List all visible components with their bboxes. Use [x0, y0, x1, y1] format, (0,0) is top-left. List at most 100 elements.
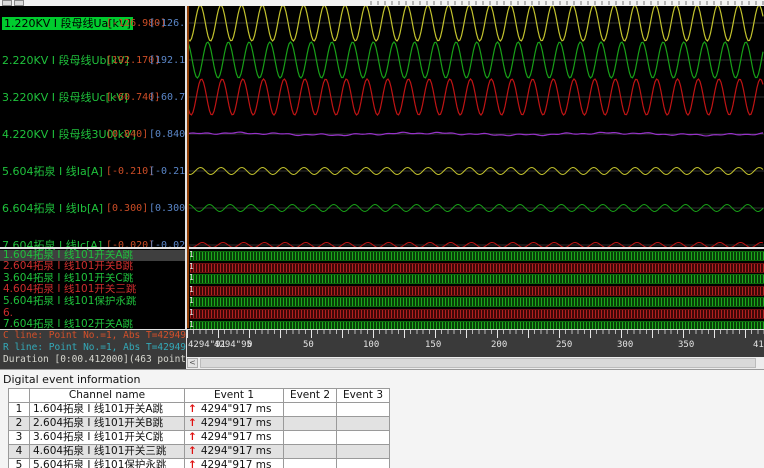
digital-channel-label[interactable]: 5.604拓泉 I 线101保护永跳	[0, 296, 185, 307]
analog-channel-row[interactable]: 3.220KV I 段母线Uc[kV][-60.740][-60.740]	[0, 91, 185, 104]
event2-cell	[283, 416, 337, 431]
digital-channel-label[interactable]: 4.604拓泉 I 线101开关三跳	[0, 284, 185, 295]
scrollbar-left-arrow-icon[interactable]: <	[187, 358, 198, 368]
event1-time: 4294"917 ms	[200, 431, 272, 443]
rising-edge-arrow-icon: ↑	[188, 403, 197, 415]
event-row-number: 4	[8, 444, 30, 459]
digital-channel-label[interactable]: 6.	[0, 308, 185, 319]
event1-cell: ↑ 4294"917 ms	[184, 444, 284, 459]
digital-state-bar[interactable]	[190, 251, 764, 261]
event-row-number: 1	[8, 402, 30, 417]
event-table-header: Channel name Event 1 Event 2 Event 3	[8, 388, 390, 403]
scrollbar-thumb[interactable]	[200, 358, 756, 368]
r-line-status: R line: Point No.=1, Abs T=4294917ms, Re…	[3, 342, 186, 353]
event-table-column-header: Event 2	[283, 388, 337, 403]
time-tick-label: 200	[491, 340, 508, 350]
digital-state-bar[interactable]	[190, 262, 764, 273]
digital-state-bar[interactable]	[190, 274, 764, 285]
event1-time: 4294"917 ms	[200, 417, 272, 429]
event1-cell: ↑ 4294"917 ms	[184, 430, 284, 445]
event1-time: 4294"917 ms	[200, 403, 272, 415]
analog-channel-label[interactable]: 6.604拓泉 I 线Ib[A]	[2, 202, 103, 215]
cursor-value-rel: [-126.980]	[149, 18, 185, 29]
channel-label-panel: 1.220KV I 段母线Ua[kV][-126.980][-126.980] 2…	[0, 6, 185, 330]
cursor-value-rel: [192.170]	[149, 55, 185, 66]
event2-cell	[283, 402, 337, 417]
event2-cell	[283, 430, 337, 445]
cursor-status-box: C line: Point No.=1, Abs T=4294917ms, Re…	[0, 330, 186, 369]
event-table-column-header: Event 1	[184, 388, 284, 403]
event-channel-name: 4.604拓泉 I 线101开关三跳	[29, 444, 185, 459]
event-table-column-header: Channel name	[29, 388, 185, 403]
rising-edge-arrow-icon: ↑	[188, 417, 197, 429]
cursor-value-rel: [0.840]	[149, 129, 185, 140]
rising-edge-arrow-icon: ↑	[188, 431, 197, 443]
time-tick-label: 50	[303, 340, 314, 350]
digital-event-title: Digital event information	[3, 373, 141, 386]
analog-channel-row[interactable]: 2.220KV I 段母线Ub[kV][192.170][192.170]	[0, 54, 185, 67]
analog-channel-row[interactable]: 4.220KV I 段母线3U0[kV][0.840][0.840]	[0, 128, 185, 141]
cursor-value-abs: [0.840]	[106, 129, 149, 140]
analog-channel-row[interactable]: 1.220KV I 段母线Ua[kV][-126.980][-126.980]	[0, 17, 185, 30]
analog-channel-label[interactable]: 5.604拓泉 I 线Ia[A]	[2, 165, 103, 178]
event2-cell	[283, 444, 337, 459]
duration-status: Duration [0:00.412000](463 points)	[3, 354, 186, 365]
event-table-row[interactable]: 2 2.604拓泉 I 线101开关B跳 ↑ 4294"917 ms	[8, 416, 390, 431]
time-ruler[interactable]: 4294"91 4294"95 0 50 100 150 200 250 300 350 41	[187, 330, 764, 357]
digital-state-value: 1	[189, 273, 194, 283]
digital-state-value: 1	[189, 319, 194, 329]
digital-state-bar[interactable]	[190, 309, 764, 319]
digital-event-table: Channel name Event 1 Event 2 Event 3 1 1.604…	[8, 388, 390, 468]
horizontal-scrollbar[interactable]: <	[186, 357, 764, 369]
event-channel-name: 2.604拓泉 I 线101开关B跳	[29, 416, 185, 431]
digital-state-bar[interactable]	[190, 297, 764, 308]
cursor-value-abs: [0.300]	[106, 203, 149, 214]
digital-state-value: 1	[189, 250, 194, 259]
analog-waveform-plot[interactable]	[187, 6, 764, 247]
event1-time: 4294"917 ms	[200, 445, 272, 457]
event-table-row[interactable]: 1 1.604拓泉 I 线101开关A跳 ↑ 4294"917 ms	[8, 402, 390, 417]
cursor-value-rel: [-0.210]	[149, 166, 185, 177]
digital-channel-label[interactable]: 1.604拓泉 I 线101开关A跳	[0, 249, 185, 261]
digital-channel-label[interactable]: 3.604拓泉 I 线101开关C跳	[0, 273, 185, 284]
event-row-number: 2	[8, 416, 30, 431]
cursor-line[interactable]	[187, 6, 189, 328]
event-table-row[interactable]: 5 5.604拓泉 I 线101保护永跳 ↑ 4294"917 ms	[8, 458, 390, 468]
digital-state-value: 1	[189, 284, 194, 294]
event-row-number: 3	[8, 430, 30, 445]
cursor-value-rel: [0.300]	[149, 203, 185, 214]
time-tick-label: 150	[425, 340, 442, 350]
top-ruler-fragment	[370, 1, 764, 5]
digital-state-value: 1	[189, 261, 194, 271]
digital-state-bar[interactable]	[190, 285, 764, 296]
digital-state-value: 1	[189, 296, 194, 306]
event1-cell: ↑ 4294"917 ms	[184, 402, 284, 417]
event3-cell	[336, 430, 390, 445]
event3-cell	[336, 402, 390, 417]
cursor-value-rel: [-60.740]	[149, 92, 185, 103]
cursor-value-abs: [-60.740]	[106, 92, 161, 103]
digital-state-value: 1	[189, 308, 194, 317]
event-table-row[interactable]: 3 3.604拓泉 I 线101开关C跳 ↑ 4294"917 ms	[8, 430, 390, 445]
cursor-value-abs: [-0.210]	[106, 166, 155, 177]
rising-edge-arrow-icon: ↑	[188, 459, 197, 468]
time-tick-label: 300	[617, 340, 634, 350]
event2-cell	[283, 458, 337, 468]
rising-edge-arrow-icon: ↑	[188, 445, 197, 457]
event-channel-name: 5.604拓泉 I 线101保护永跳	[29, 458, 185, 468]
event1-cell: ↑ 4294"917 ms	[184, 416, 284, 431]
analog-channel-row[interactable]: 6.604拓泉 I 线Ib[A][0.300][0.300]	[0, 202, 185, 215]
digital-channel-label[interactable]: 2.604拓泉 I 线101开关B跳	[0, 261, 185, 272]
time-tick-label: 350	[678, 340, 695, 350]
analog-digital-divider[interactable]	[0, 247, 764, 249]
analog-channel-row[interactable]: 5.604拓泉 I 线Ia[A][-0.210][-0.210]	[0, 165, 185, 178]
digital-event-panel: Digital event information Channel name Ev…	[0, 370, 764, 468]
time-tick-label: 100	[363, 340, 380, 350]
event-table-column-header	[8, 388, 30, 403]
waveform-viewer-window: 1.220KV I 段母线Ua[kV][-126.980][-126.980] 2…	[0, 0, 764, 468]
cursor-value-abs: [-126.980]	[106, 18, 167, 29]
event-table-row[interactable]: 4 4.604拓泉 I 线101开关三跳 ↑ 4294"917 ms	[8, 444, 390, 459]
event3-cell	[336, 416, 390, 431]
time-tick-label: 250	[556, 340, 573, 350]
event-table-column-header: Event 3	[336, 388, 390, 403]
